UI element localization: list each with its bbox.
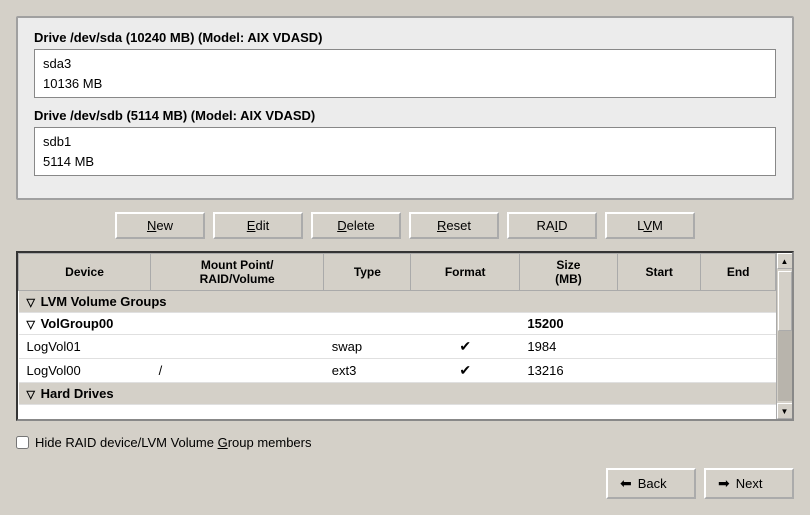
volgroup00-label: VolGroup00: [41, 316, 114, 331]
drive-sda-line1: sda3: [43, 54, 767, 74]
scrollbar[interactable]: ▲ ▼: [776, 253, 792, 419]
logvol00-type: ext3: [324, 359, 411, 383]
drive-panel: Drive /dev/sda (10240 MB) (Model: AIX VD…: [16, 16, 794, 200]
col-device: Device: [19, 254, 151, 291]
logvol01-format: ✔: [411, 335, 519, 359]
drive-sdb-label: Drive /dev/sdb (5114 MB) (Model: AIX VDA…: [34, 108, 776, 123]
logvol00-size: 13216: [519, 359, 617, 383]
reset-button[interactable]: Reset: [409, 212, 499, 239]
logvol00-end: [701, 359, 776, 383]
drive-sdb-line1: sdb1: [43, 132, 767, 152]
drive-sda-label: Drive /dev/sda (10240 MB) (Model: AIX VD…: [34, 30, 776, 45]
logvol01-end: [701, 335, 776, 359]
volgroup00-start: [617, 313, 700, 335]
col-mount: Mount Point/RAID/Volume: [151, 254, 324, 291]
logvol00-device: LogVol00: [19, 359, 151, 383]
drive-sda-line2: 10136 MB: [43, 74, 767, 94]
back-button[interactable]: ⬅ Back: [606, 468, 696, 499]
col-size: Size(MB): [519, 254, 617, 291]
logvol01-type: swap: [324, 335, 411, 359]
hard-drives-header[interactable]: ▽ Hard Drives: [19, 383, 776, 405]
edit-button[interactable]: Edit: [213, 212, 303, 239]
partition-table: Device Mount Point/RAID/Volume Type Form…: [18, 253, 776, 405]
table-scroll-container[interactable]: Device Mount Point/RAID/Volume Type Form…: [18, 253, 776, 419]
next-button[interactable]: ➡ Next: [704, 468, 794, 499]
logvol01-size: 1984: [519, 335, 617, 359]
back-icon: ⬅: [620, 475, 632, 492]
raid-button[interactable]: RAID: [507, 212, 597, 239]
logvol00-format: ✔: [411, 359, 519, 383]
drive-sda-info: sda3 10136 MB: [34, 49, 776, 98]
action-button-row: New Edit Delete Reset RAID LVM: [16, 212, 794, 239]
volgroup00-format: [411, 313, 519, 335]
scroll-thumb[interactable]: [778, 271, 792, 331]
logvol00-row[interactable]: LogVol00 / ext3 ✔ 13216: [19, 359, 776, 383]
scroll-down-arrow[interactable]: ▼: [777, 403, 793, 419]
logvol00-mount: /: [151, 359, 324, 383]
volgroup00-row[interactable]: ▽ VolGroup00 15200: [19, 313, 776, 335]
hide-members-row: Hide RAID device/LVM Volume Group member…: [16, 435, 794, 450]
col-type: Type: [324, 254, 411, 291]
back-label: Back: [638, 476, 667, 491]
scroll-up-arrow[interactable]: ▲: [777, 253, 793, 269]
logvol01-mount: [151, 335, 324, 359]
next-icon: ➡: [718, 475, 730, 492]
col-start: Start: [617, 254, 700, 291]
logvol01-start: [617, 335, 700, 359]
scroll-track[interactable]: [778, 271, 792, 401]
lvm-volume-groups-header[interactable]: ▽ LVM Volume Groups: [19, 291, 776, 313]
new-button[interactable]: New: [115, 212, 205, 239]
lvm-group-label: LVM Volume Groups: [41, 294, 167, 309]
logvol01-row[interactable]: LogVol01 swap ✔ 1984: [19, 335, 776, 359]
volgroup00-expand-icon: ▽: [27, 319, 35, 331]
hard-drives-expand-icon: ▽: [27, 389, 35, 401]
col-format: Format: [411, 254, 519, 291]
lvm-expand-icon: ▽: [27, 297, 35, 309]
volgroup00-size: 15200: [519, 313, 617, 335]
drive-sdb-line2: 5114 MB: [43, 152, 767, 172]
volgroup00-end: [701, 313, 776, 335]
drive-sdb-info: sdb1 5114 MB: [34, 127, 776, 176]
bottom-button-row: ⬅ Back ➡ Next: [16, 468, 794, 499]
next-label: Next: [736, 476, 763, 491]
partition-table-area: Device Mount Point/RAID/Volume Type Form…: [16, 251, 794, 421]
logvol01-device: LogVol01: [19, 335, 151, 359]
lvm-button[interactable]: LVM: [605, 212, 695, 239]
hard-drives-label: Hard Drives: [41, 386, 114, 401]
hide-members-checkbox[interactable]: [16, 436, 29, 449]
logvol00-start: [617, 359, 700, 383]
delete-button[interactable]: Delete: [311, 212, 401, 239]
hide-members-label[interactable]: Hide RAID device/LVM Volume Group member…: [35, 435, 312, 450]
col-end: End: [701, 254, 776, 291]
